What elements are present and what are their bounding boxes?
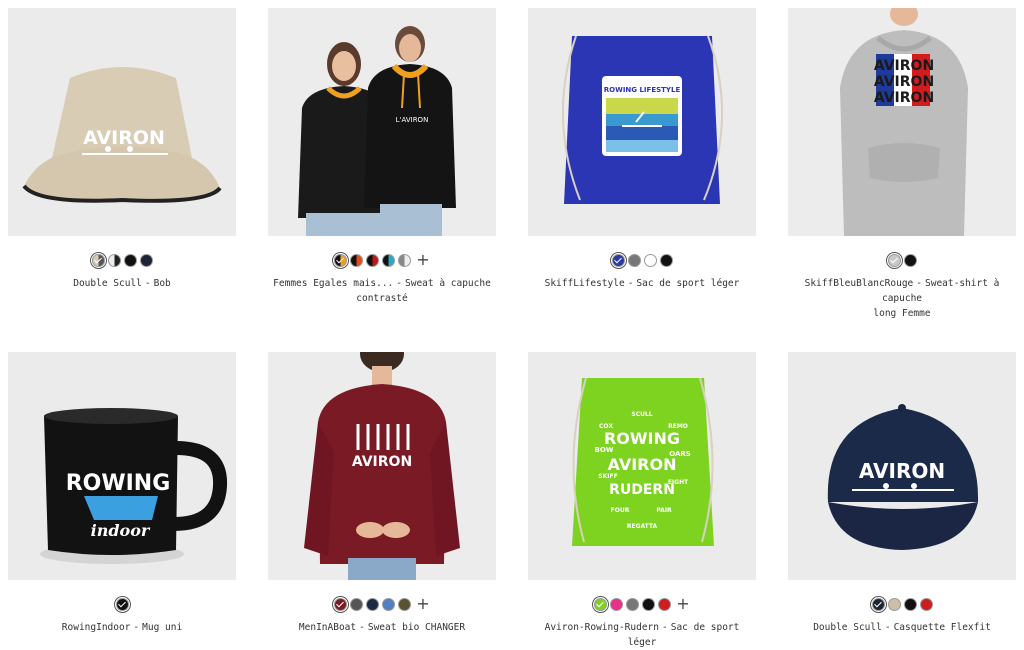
color-swatch[interactable] xyxy=(659,253,673,267)
word-cloud-word: BOW xyxy=(594,446,613,454)
cap-print-text: AVIRON xyxy=(859,459,945,483)
more-colors-button[interactable]: + xyxy=(676,596,689,612)
color-swatch[interactable] xyxy=(594,597,608,611)
color-swatch[interactable] xyxy=(642,597,656,611)
color-swatch[interactable] xyxy=(334,597,348,611)
color-swatch[interactable] xyxy=(887,597,901,611)
product-title[interactable]: Aviron-Rowing-Rudern - Sac de sport léger xyxy=(528,620,756,650)
product-image[interactable]: AVIRON xyxy=(788,352,1016,580)
hoodie-print-text: L'AVIRON xyxy=(396,116,429,124)
bob-print-text: AVIRON xyxy=(83,127,165,149)
product-card[interactable]: AVIRON AVIRON AVIRON SkiffBleuBlancRouge… xyxy=(788,8,1016,321)
blue-gym-bag-image: ROWING LIFESTYLE xyxy=(528,8,756,236)
word-cloud-word: RUDERN xyxy=(609,482,675,498)
product-card[interactable]: AVIRON + MenInABoat - Sweat bio CHANGER xyxy=(268,352,496,635)
sweat-print-text: AVIRON xyxy=(352,454,412,470)
cap-image: AVIRON xyxy=(788,352,1016,580)
color-swatch[interactable] xyxy=(123,253,137,267)
product-title[interactable]: MenInABoat - Sweat bio CHANGER xyxy=(268,620,496,635)
product-image[interactable]: AVIRON xyxy=(8,8,236,236)
svg-text:AVIRON: AVIRON xyxy=(874,74,934,90)
color-swatch[interactable] xyxy=(334,253,348,267)
product-card[interactable]: ROWING LIFESTYLE SkiffLifestyle - Sac de s… xyxy=(528,8,756,291)
word-cloud-word: REGATTA xyxy=(627,523,658,530)
product-title[interactable]: Femmes Egales mais... - Sweat à capuche con… xyxy=(268,276,496,306)
color-swatch[interactable] xyxy=(903,253,917,267)
color-swatch[interactable] xyxy=(611,253,625,267)
product-image[interactable]: ROWING LIFESTYLE xyxy=(528,8,756,236)
mug-print-text: ROWING xyxy=(66,471,171,496)
color-swatch[interactable] xyxy=(627,253,641,267)
word-cloud-word: SCULL xyxy=(631,411,652,418)
product-image[interactable]: AVIRON AVIRON AVIRON xyxy=(788,8,1016,236)
word-cloud-word: OARS xyxy=(669,450,691,458)
product-title[interactable]: RowingIndoor - Mug uni xyxy=(8,620,236,635)
color-swatch[interactable] xyxy=(382,253,396,267)
color-swatches xyxy=(788,252,1016,268)
color-swatches: + xyxy=(268,252,496,268)
word-cloud-word: ROWING xyxy=(604,429,680,448)
product-title[interactable]: SkiffLifestyle - Sac de sport léger xyxy=(528,276,756,291)
color-swatch[interactable] xyxy=(91,253,105,267)
product-card[interactable]: AVIRON Double Scull - Bob xyxy=(8,8,236,291)
color-swatches xyxy=(788,596,1016,612)
product-card[interactable]: ROWING indoor RowingIndoor - Mug uni xyxy=(8,352,236,635)
color-swatch[interactable] xyxy=(139,253,153,267)
product-card[interactable]: ROWING AVIRON RUDERN COX REMO BOW OARS SKIFF EIG… xyxy=(528,352,756,650)
product-title[interactable]: SkiffBleuBlancRouge - Sweat-shirt à capuch… xyxy=(788,276,1016,321)
mug-script-text: indoor xyxy=(91,521,151,540)
color-swatch[interactable] xyxy=(398,253,412,267)
bucket-hat-image: AVIRON xyxy=(8,8,236,236)
color-swatch[interactable] xyxy=(382,597,396,611)
more-colors-button[interactable]: + xyxy=(416,596,429,612)
green-gym-bag-image: ROWING AVIRON RUDERN COX REMO BOW OARS SKIFF EIG… xyxy=(528,352,756,580)
product-grid: AVIRON Double Scull - Bob L'AVIRON + Fem… xyxy=(0,0,1024,648)
color-swatch[interactable] xyxy=(643,253,657,267)
product-image[interactable]: ROWING indoor xyxy=(8,352,236,580)
color-swatch[interactable] xyxy=(350,597,364,611)
color-swatch[interactable] xyxy=(887,253,901,267)
color-swatches: + xyxy=(528,596,756,612)
color-swatch[interactable] xyxy=(610,597,624,611)
color-swatches xyxy=(8,596,236,612)
product-title[interactable]: Double Scull - Casquette Flexfit xyxy=(788,620,1016,635)
color-swatch[interactable] xyxy=(366,597,380,611)
product-card[interactable]: L'AVIRON + Femmes Egales mais... - Sweat à… xyxy=(268,8,496,306)
hoodies-image: L'AVIRON xyxy=(268,8,496,236)
color-swatch[interactable] xyxy=(366,253,380,267)
word-cloud-word: SKIFF xyxy=(598,473,617,480)
color-swatch[interactable] xyxy=(919,597,933,611)
color-swatch[interactable] xyxy=(115,597,129,611)
product-image[interactable]: ROWING AVIRON RUDERN COX REMO BOW OARS SKIFF EIG… xyxy=(528,352,756,580)
word-cloud-word: COX xyxy=(599,423,613,430)
color-swatch[interactable] xyxy=(871,597,885,611)
word-cloud-word: FOUR xyxy=(611,507,630,514)
word-cloud-word: PAIR xyxy=(656,507,672,514)
hoodie-dress-image: AVIRON AVIRON AVIRON xyxy=(788,8,1016,236)
sweatshirt-image: AVIRON xyxy=(268,352,496,580)
color-swatches xyxy=(8,252,236,268)
product-image[interactable]: AVIRON xyxy=(268,352,496,580)
color-swatch[interactable] xyxy=(107,253,121,267)
word-cloud-word: REMO xyxy=(668,423,688,430)
dress-print-text: AVIRON xyxy=(874,58,934,74)
product-image[interactable]: L'AVIRON xyxy=(268,8,496,236)
word-cloud-word: AVIRON xyxy=(608,455,677,474)
bag-label-text: ROWING LIFESTYLE xyxy=(604,86,681,94)
product-title[interactable]: Double Scull - Bob xyxy=(8,276,236,291)
mug-image: ROWING indoor xyxy=(8,352,236,580)
color-swatches xyxy=(528,252,756,268)
color-swatch[interactable] xyxy=(398,597,412,611)
more-colors-button[interactable]: + xyxy=(416,252,429,268)
color-swatch[interactable] xyxy=(626,597,640,611)
color-swatch[interactable] xyxy=(903,597,917,611)
svg-text:AVIRON: AVIRON xyxy=(874,90,934,106)
color-swatch[interactable] xyxy=(658,597,672,611)
color-swatches: + xyxy=(268,596,496,612)
word-cloud-word: EIGHT xyxy=(668,479,689,486)
product-card[interactable]: AVIRON Double Scull - Casquette Flexfit xyxy=(788,352,1016,635)
color-swatch[interactable] xyxy=(350,253,364,267)
